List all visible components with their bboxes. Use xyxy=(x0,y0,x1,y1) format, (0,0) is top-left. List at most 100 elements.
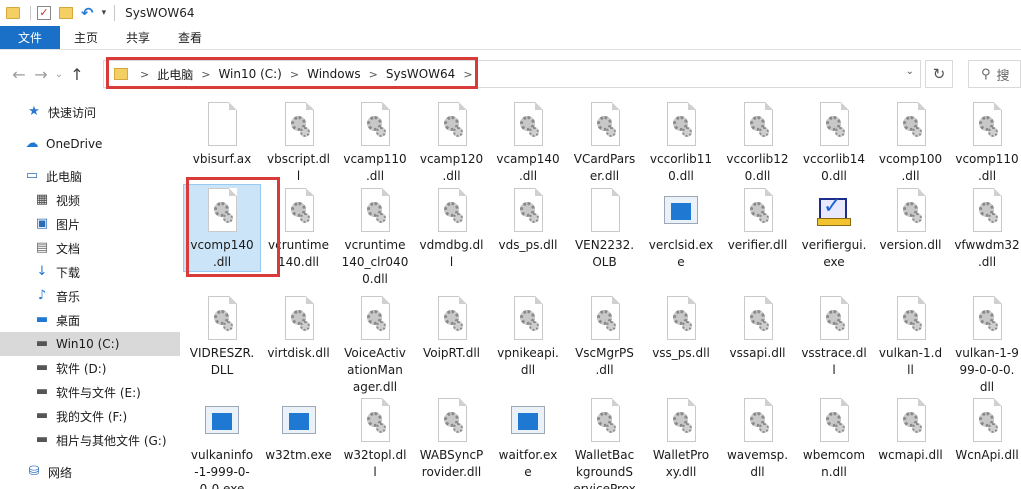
file-item[interactable]: vcruntime 140.dll xyxy=(260,184,338,271)
sidebar-item[interactable]: ▬ 相片与其他文件 (G:) xyxy=(0,428,180,452)
file-item[interactable]: VscMgrPS .dll xyxy=(566,292,644,379)
tab-share[interactable]: 共享 xyxy=(112,26,164,49)
file-item[interactable]: VEN2232. OLB xyxy=(566,184,644,271)
forward-arrow-icon[interactable]: → xyxy=(30,65,52,84)
file-item[interactable]: vcamp140 .dll xyxy=(489,98,567,185)
file-item[interactable]: version.dll xyxy=(872,184,950,254)
search-input[interactable]: ⚲ 搜 xyxy=(968,60,1021,88)
file-item[interactable]: vds_ps.dll xyxy=(489,184,567,254)
file-item[interactable]: WalletPro xy.dll xyxy=(642,394,720,481)
sidebar-item[interactable]: ⛁ 网络 xyxy=(0,460,180,484)
breadcrumb-syswow64[interactable]: SysWOW64 xyxy=(382,67,459,81)
back-arrow-icon[interactable]: ← xyxy=(8,65,30,84)
title-bar: ✓ ↶ ▾ SysWOW64 xyxy=(0,0,1021,26)
file-item[interactable]: wcmapi.dll xyxy=(872,394,950,464)
file-item[interactable]: verifier.dll xyxy=(719,184,797,254)
sidebar-item[interactable]: ▬ Win10 (C:) xyxy=(0,332,180,356)
sidebar-item[interactable]: ♪ 音乐 xyxy=(0,284,180,308)
file-item[interactable]: vdmdbg.dl l xyxy=(413,184,491,271)
sidebar-item[interactable]: ★ 快速访问 xyxy=(0,100,180,124)
file-item[interactable]: vulkan-1.d ll xyxy=(872,292,950,379)
file-item[interactable]: vccorlib11 0.dll xyxy=(642,98,720,185)
sidebar-item[interactable]: ▬ 软件与文件 (E:) xyxy=(0,380,180,404)
file-item[interactable]: vcomp110 .dll xyxy=(948,98,1021,185)
dll-gear-icon xyxy=(817,296,851,340)
dll-gear-icon xyxy=(282,102,316,146)
sidebar-item-label: 网络 xyxy=(48,465,73,480)
breadcrumb-separator[interactable]: > xyxy=(365,68,382,81)
file-item[interactable]: w32topl.dl l xyxy=(336,394,414,481)
tab-file[interactable]: 文件 xyxy=(0,26,60,49)
file-item[interactable]: vcruntime 140_clr040 0.dll xyxy=(336,184,414,288)
file-item[interactable]: vcomp140 .dll xyxy=(183,184,261,272)
file-item[interactable]: WcnApi.dll xyxy=(948,394,1021,464)
sidebar-item[interactable]: ▬ 桌面 xyxy=(0,308,180,332)
address-bar[interactable]: > 此电脑 > Win10 (C:) > Windows > SysWOW64 … xyxy=(103,60,921,88)
dll-gear-icon xyxy=(511,188,545,232)
breadcrumb-separator[interactable]: > xyxy=(286,68,303,81)
file-item[interactable]: verclsid.ex e xyxy=(642,184,720,271)
file-item[interactable]: vss_ps.dll xyxy=(642,292,720,362)
desktop-icon: ▬ xyxy=(35,312,49,327)
ribbon-tabs: 文件 主页 共享 查看 xyxy=(0,26,1021,50)
sidebar-item-label: 相片与其他文件 (G:) xyxy=(56,433,167,448)
file-item[interactable]: vbscript.dl l xyxy=(260,98,338,185)
file-item[interactable]: vccorlib12 0.dll xyxy=(719,98,797,185)
recent-locations-chevron-icon[interactable]: ⌄ xyxy=(52,69,66,80)
file-item[interactable]: vcamp110 .dll xyxy=(336,98,414,185)
navigation-bar: ← → ⌄ ↑ > 此电脑 > Win10 (C:) > Windows > S… xyxy=(0,55,1021,93)
sidebar-item-label: OneDrive xyxy=(46,137,103,151)
sidebar-item[interactable]: ▭ 此电脑 xyxy=(0,164,180,188)
refresh-icon[interactable]: ↻ xyxy=(925,60,953,88)
file-item[interactable]: WalletBac kgroundS erviceProx xyxy=(566,394,644,489)
file-item[interactable]: vbisurf.ax xyxy=(183,98,261,168)
file-item[interactable]: VIDRESZR. DLL xyxy=(183,292,261,379)
file-item[interactable]: VoiceActiv ationMan ager.dll xyxy=(336,292,414,396)
address-history-chevron-icon[interactable]: ⌄ xyxy=(906,66,914,77)
file-item[interactable]: vcamp120 .dll xyxy=(413,98,491,185)
window-title: SysWOW64 xyxy=(125,6,195,20)
file-item[interactable]: vulkan-1-9 99-0-0-0. dll xyxy=(948,292,1021,396)
sidebar-item[interactable]: ▤ 文档 xyxy=(0,236,180,260)
file-item[interactable]: wavemsp. dll xyxy=(719,394,797,481)
file-item[interactable]: vccorlib14 0.dll xyxy=(795,98,873,185)
breadcrumb-this-pc[interactable]: 此电脑 xyxy=(153,66,197,83)
file-name: vbisurf.ax xyxy=(192,152,252,166)
dll-gear-icon xyxy=(970,102,1004,146)
file-item[interactable]: virtdisk.dll xyxy=(260,292,338,362)
file-item[interactable]: vulkaninfo -1-999-0- 0-0.exe xyxy=(183,394,261,489)
file-item[interactable]: WABSyncP rovider.dll xyxy=(413,394,491,481)
file-item[interactable]: vsstrace.dl l xyxy=(795,292,873,379)
up-arrow-icon[interactable]: ↑ xyxy=(66,65,88,84)
sidebar-item[interactable]: ▬ 我的文件 (F:) xyxy=(0,404,180,428)
tab-home[interactable]: 主页 xyxy=(60,26,112,49)
new-folder-icon[interactable] xyxy=(59,7,73,19)
file-item[interactable]: vpnikeapi. dll xyxy=(489,292,567,379)
breadcrumb-separator[interactable]: > xyxy=(459,68,476,81)
file-item[interactable]: VoipRT.dll xyxy=(413,292,491,362)
sidebar-item-label: Win10 (C:) xyxy=(56,337,120,351)
breadcrumb-separator[interactable]: > xyxy=(136,68,153,81)
properties-icon[interactable]: ✓ xyxy=(37,6,51,20)
sidebar-item[interactable]: ↓ 下载 xyxy=(0,260,180,284)
folder-icon[interactable] xyxy=(6,7,20,19)
breadcrumb-windows[interactable]: Windows xyxy=(303,67,365,81)
file-item[interactable]: waitfor.ex e xyxy=(489,394,567,481)
file-item[interactable]: vcomp100 .dll xyxy=(872,98,950,185)
file-item[interactable]: wbemcom n.dll xyxy=(795,394,873,481)
tab-view[interactable]: 查看 xyxy=(164,26,216,49)
breadcrumb-c-drive[interactable]: Win10 (C:) xyxy=(214,67,285,81)
breadcrumb-separator[interactable]: > xyxy=(197,68,214,81)
file-item[interactable]: vssapi.dll xyxy=(719,292,797,362)
file-item[interactable]: ✓ verifiergui. exe xyxy=(795,184,873,271)
undo-icon[interactable]: ↶ xyxy=(81,4,94,22)
sidebar-item[interactable]: ▬ 软件 (D:) xyxy=(0,356,180,380)
file-item[interactable]: VCardPars er.dll xyxy=(566,98,644,185)
file-item[interactable]: vfwwdm32 .dll xyxy=(948,184,1021,271)
customize-toolbar-dropdown-icon[interactable]: ▾ xyxy=(102,8,107,18)
search-icon: ⚲ xyxy=(981,66,991,82)
sidebar-item[interactable]: ▣ 图片 xyxy=(0,212,180,236)
sidebar-item[interactable]: ▦ 视频 xyxy=(0,188,180,212)
sidebar-item[interactable]: ☁ OneDrive xyxy=(0,132,180,156)
file-item[interactable]: w32tm.exe xyxy=(260,394,338,464)
